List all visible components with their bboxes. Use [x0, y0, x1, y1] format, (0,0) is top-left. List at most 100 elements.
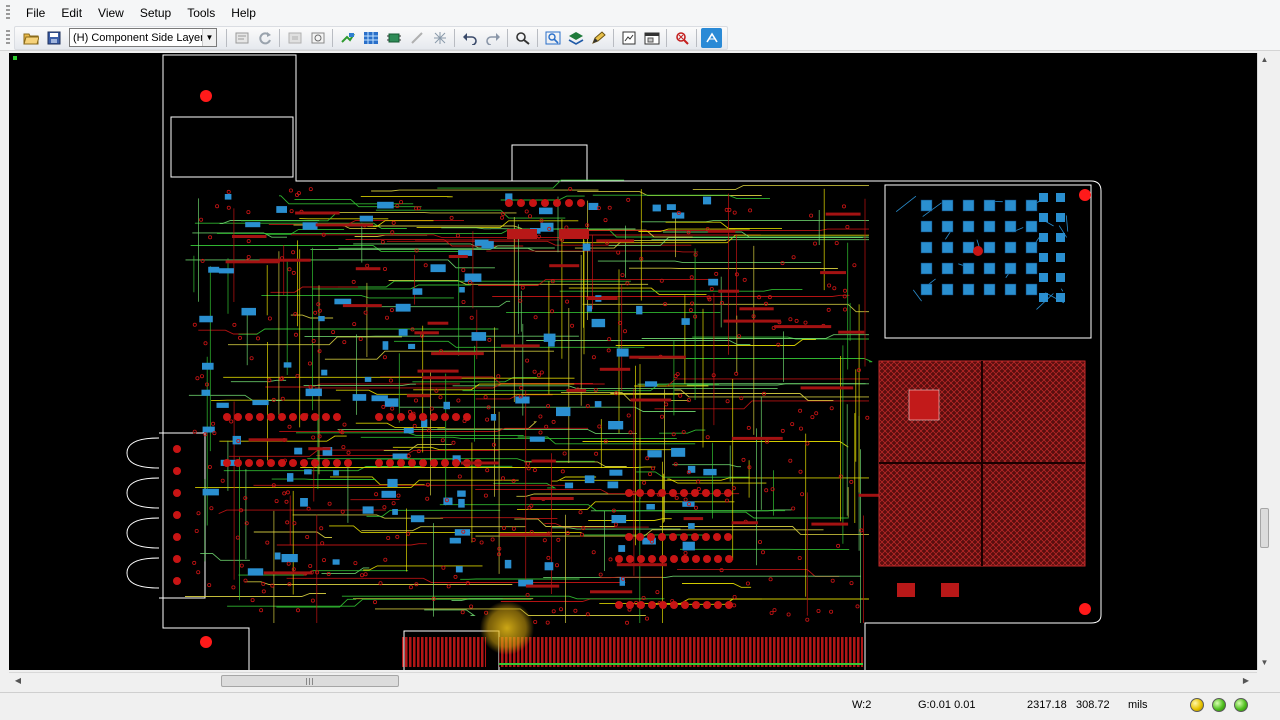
pencil-icon[interactable] — [588, 28, 609, 48]
zoom-icon[interactable] — [512, 28, 533, 48]
via — [598, 572, 603, 577]
cross-icon[interactable] — [429, 28, 450, 48]
bga-pad — [1025, 199, 1038, 212]
via — [642, 480, 647, 485]
menu-view[interactable]: View — [92, 4, 130, 22]
bga-pad — [1039, 293, 1048, 302]
via — [786, 612, 791, 617]
via — [603, 218, 608, 223]
drc-icon[interactable] — [671, 28, 692, 48]
bga-pad — [1025, 283, 1038, 296]
smd-pad — [395, 303, 411, 312]
via — [813, 241, 818, 246]
smd-pad — [408, 343, 416, 349]
vertical-scroll-thumb[interactable] — [1260, 508, 1269, 548]
bga-pad — [941, 220, 954, 233]
via — [788, 458, 793, 463]
via — [282, 491, 287, 496]
through-hole-pad — [322, 459, 330, 467]
menu-setup[interactable]: Setup — [134, 4, 177, 22]
via — [485, 468, 490, 473]
through-hole-pad — [725, 555, 733, 563]
through-hole-pad — [300, 459, 308, 467]
pcb-board-drawing[interactable] — [9, 53, 1257, 670]
scroll-up-icon[interactable]: ▲ — [1258, 53, 1271, 67]
trace — [354, 234, 428, 237]
layer-view-icon[interactable] — [565, 28, 586, 48]
via — [683, 550, 688, 555]
via — [384, 315, 389, 320]
through-hole-pad — [430, 413, 438, 421]
smd-pad — [305, 388, 322, 397]
through-hole-pad — [234, 459, 242, 467]
via — [208, 235, 213, 240]
disabled-icon[interactable] — [284, 28, 305, 48]
trace — [667, 478, 767, 484]
via — [449, 215, 454, 220]
smd-pad — [247, 568, 264, 576]
scroll-right-icon[interactable]: ▶ — [1239, 673, 1253, 689]
window-icon[interactable] — [641, 28, 662, 48]
via — [519, 385, 524, 390]
horizontal-scroll-thumb[interactable] — [221, 675, 399, 687]
via — [613, 522, 618, 527]
smd-pad — [666, 204, 676, 210]
route-icon[interactable] — [337, 28, 358, 48]
redo-icon[interactable] — [482, 28, 503, 48]
trace — [1065, 215, 1069, 232]
through-hole-pad — [256, 413, 264, 421]
menu-file[interactable]: File — [20, 4, 51, 22]
hatch-icon[interactable] — [307, 28, 328, 48]
bga-pad — [1039, 213, 1048, 222]
via — [259, 608, 264, 613]
pad-strip — [739, 307, 774, 311]
line-icon[interactable] — [406, 28, 427, 48]
via — [674, 495, 679, 500]
via — [693, 252, 698, 257]
menu-help[interactable]: Help — [225, 4, 262, 22]
open-folder-icon[interactable] — [20, 28, 41, 48]
grid-icon[interactable] — [360, 28, 381, 48]
via — [192, 560, 197, 565]
horizontal-scrollbar[interactable]: ◀ ▶ — [9, 672, 1257, 689]
pad-strip — [248, 438, 288, 442]
component-icon[interactable] — [383, 28, 404, 48]
pcb-canvas[interactable] — [9, 53, 1257, 670]
bga-pad — [983, 220, 996, 233]
report-icon[interactable] — [618, 28, 639, 48]
pad-strip — [707, 229, 736, 233]
via — [461, 268, 466, 273]
via — [797, 555, 802, 560]
via — [374, 492, 379, 497]
trace — [330, 476, 425, 486]
zoom-box-icon[interactable] — [542, 28, 563, 48]
via — [626, 413, 631, 418]
bga-pad — [941, 199, 954, 212]
bga-pad — [962, 241, 975, 254]
connector-pad — [173, 511, 181, 519]
via — [788, 317, 793, 322]
save-icon[interactable] — [43, 28, 64, 48]
trace — [355, 422, 445, 429]
pad-strip — [232, 235, 267, 238]
bga-pad — [1039, 233, 1048, 242]
redraw-icon[interactable] — [254, 28, 275, 48]
bga-pad — [962, 262, 975, 275]
properties-icon[interactable] — [231, 28, 252, 48]
smd-pad — [300, 498, 308, 507]
via — [709, 286, 714, 291]
menu-edit[interactable]: Edit — [55, 4, 88, 22]
via — [832, 286, 837, 291]
chevron-down-icon[interactable]: ▼ — [202, 29, 216, 46]
layer-select[interactable]: (H) Component Side Layer ▼ — [69, 28, 217, 47]
scroll-down-icon[interactable]: ▼ — [1258, 656, 1271, 670]
scroll-left-icon[interactable]: ◀ — [11, 673, 25, 689]
smd-pad — [381, 490, 396, 498]
menu-tools[interactable]: Tools — [181, 4, 221, 22]
vertical-scrollbar[interactable]: ▲ ▼ — [1257, 53, 1270, 670]
help-icon[interactable] — [701, 27, 722, 48]
trace — [367, 300, 511, 308]
via — [626, 197, 631, 202]
via — [809, 213, 814, 218]
undo-icon[interactable] — [459, 28, 480, 48]
